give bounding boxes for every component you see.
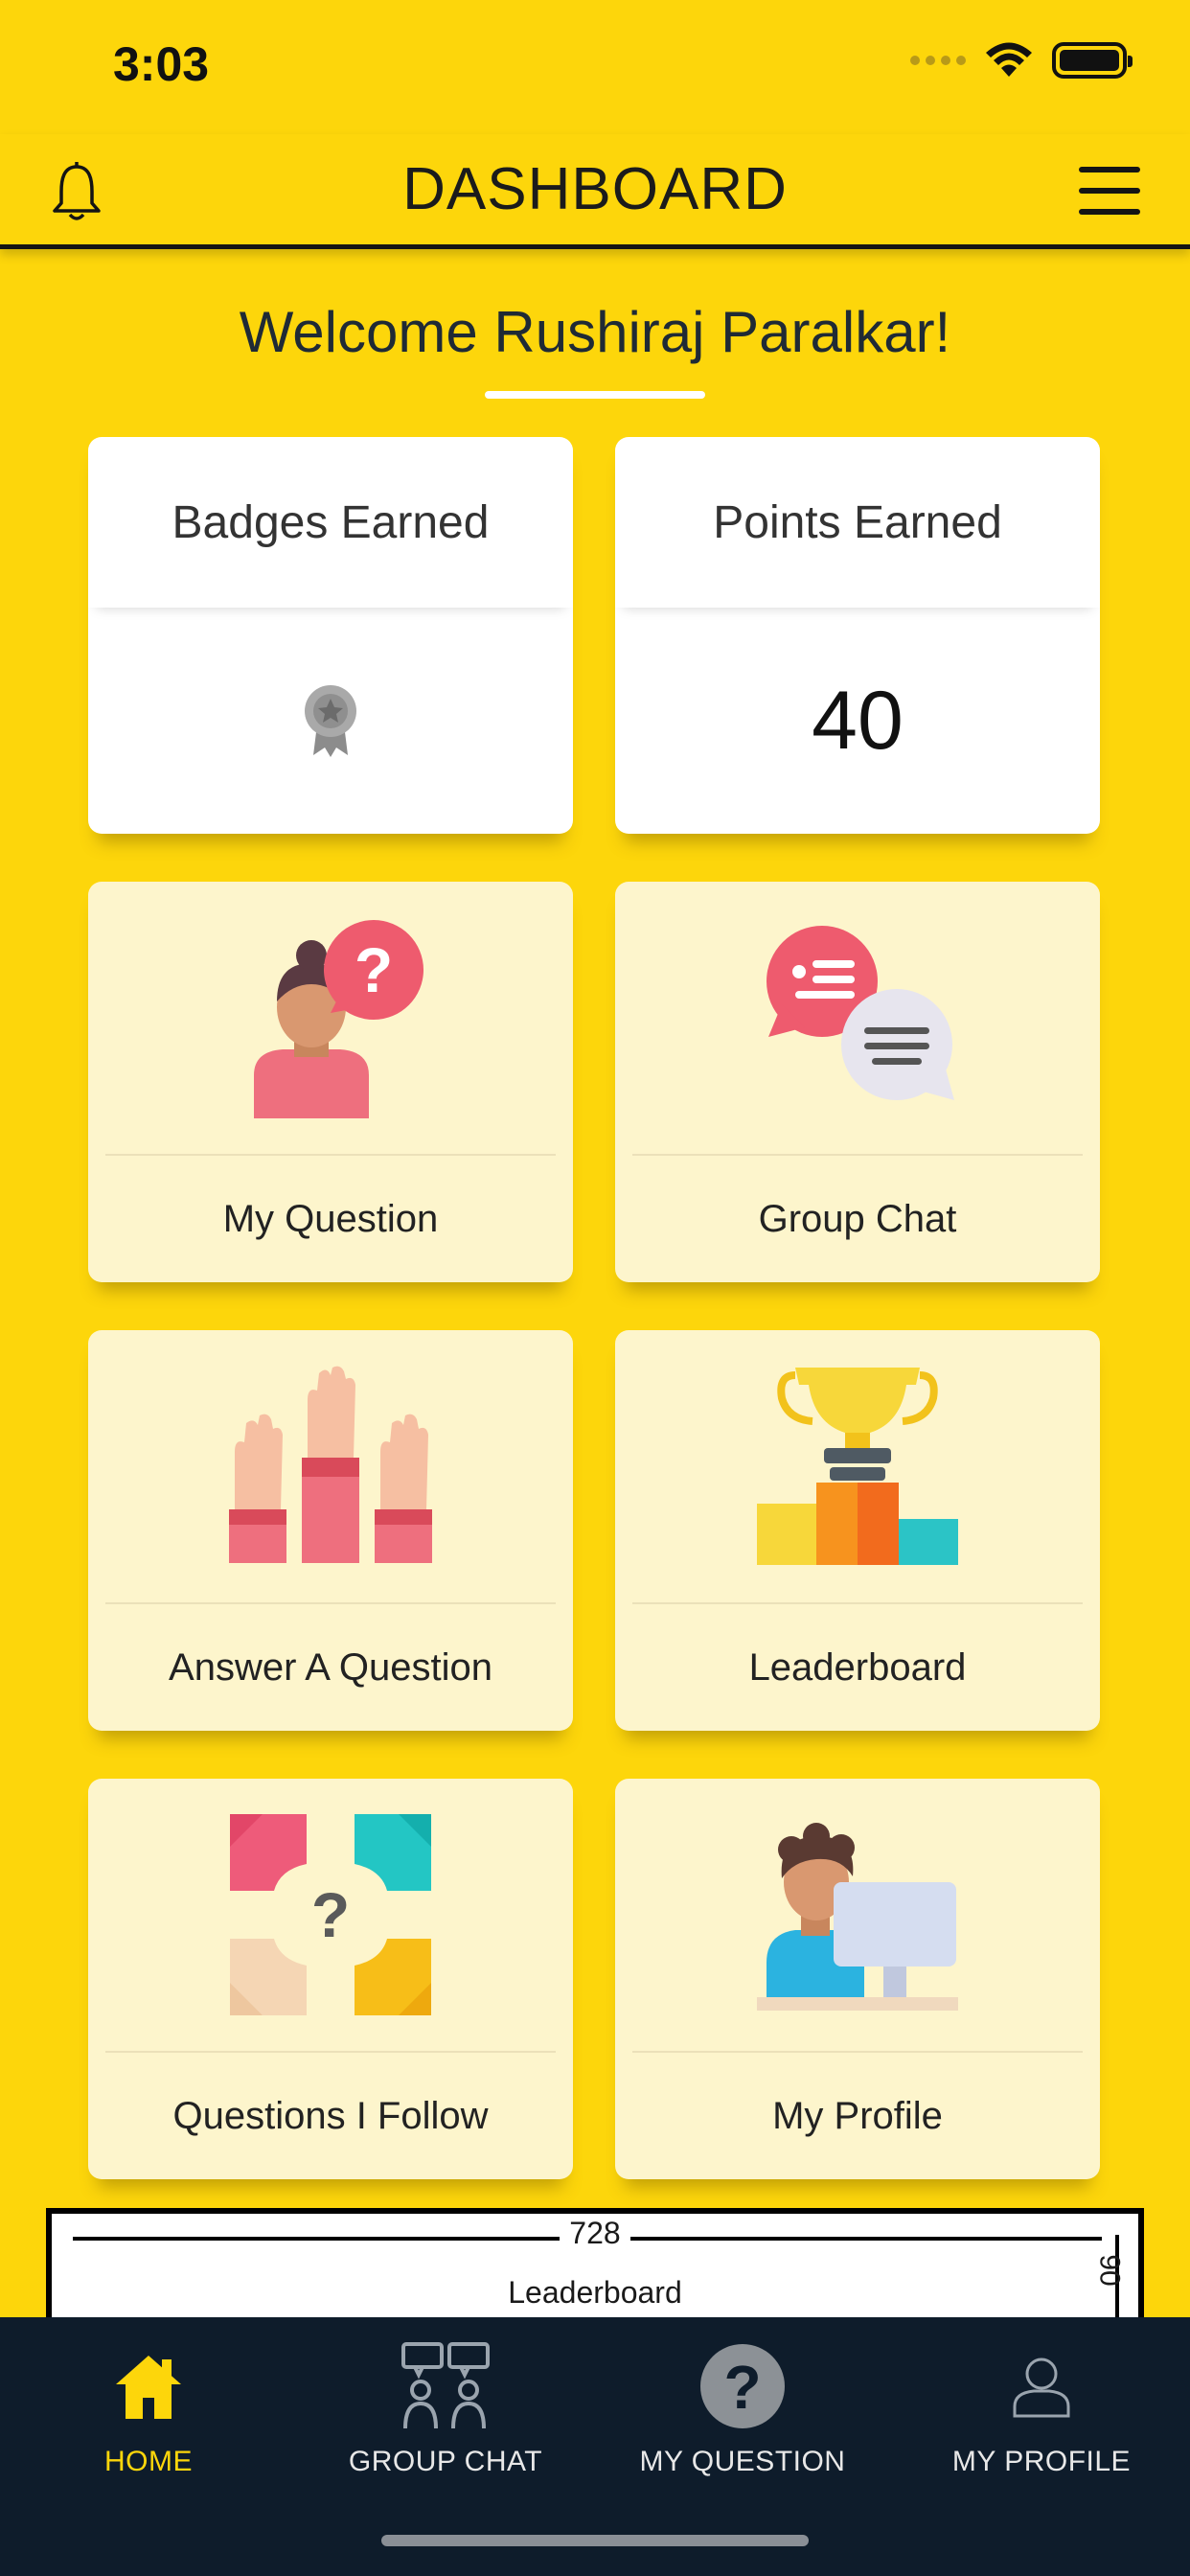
svg-text:?: ? xyxy=(311,1879,350,1950)
battery-icon xyxy=(1052,42,1133,79)
welcome-message: Welcome Rushiraj Paralkar! xyxy=(239,300,951,364)
my-question-tile[interactable]: ? My Question xyxy=(88,882,573,1282)
raised-hands-icon xyxy=(229,1366,432,1563)
badges-earned-title: Badges Earned xyxy=(88,437,573,608)
tile-label: My Question xyxy=(222,1197,439,1240)
home-indicator xyxy=(381,2535,809,2546)
wifi-icon xyxy=(986,42,1032,77)
tab-label: MY PROFILE xyxy=(951,2446,1132,2477)
tile-label: Leaderboard xyxy=(748,1645,967,1689)
chat-bubbles-icon xyxy=(767,926,954,1100)
answer-question-tile[interactable]: Answer A Question xyxy=(88,1330,573,1731)
points-earned-title: Points Earned xyxy=(615,437,1100,608)
points-earned-card[interactable]: Points Earned 40 xyxy=(615,437,1100,834)
svg-text:?: ? xyxy=(723,2353,761,2422)
page-title: DASHBOARD xyxy=(402,156,788,222)
ad-width-label: 728 xyxy=(52,2216,1138,2251)
profile-icon xyxy=(1013,2358,1070,2418)
person-question-icon: ? xyxy=(254,920,423,1118)
group-chat-tile[interactable]: Group Chat xyxy=(615,882,1100,1282)
tile-label: Answer A Question xyxy=(169,1645,492,1689)
points-value: 40 xyxy=(812,674,904,767)
badge-display xyxy=(88,608,573,834)
questions-i-follow-tile[interactable]: ? Questions I Follow xyxy=(88,1779,573,2179)
badge-icon xyxy=(305,685,356,757)
menu-icon[interactable] xyxy=(1079,167,1140,215)
person-computer-icon xyxy=(757,1823,958,2011)
trophy-podium-icon xyxy=(757,1368,958,1565)
tab-my-profile[interactable]: MY PROFILE xyxy=(893,2333,1190,2496)
group-chat-icon xyxy=(401,2342,490,2429)
my-profile-tile[interactable]: My Profile xyxy=(615,1779,1100,2179)
tile-label: Group Chat xyxy=(758,1197,957,1240)
tab-group-chat[interactable]: GROUP CHAT xyxy=(297,2333,594,2496)
ad-text: Leaderboard xyxy=(508,2275,682,2310)
signal-icon xyxy=(910,56,966,65)
tab-my-question[interactable]: ? MY QUESTION xyxy=(594,2333,891,2496)
tab-label: MY QUESTION xyxy=(639,2446,846,2477)
question-icon: ? xyxy=(700,2344,785,2428)
tab-label: GROUP CHAT xyxy=(348,2446,543,2477)
status-time: 3:03 xyxy=(113,37,210,91)
tab-label: HOME xyxy=(104,2446,193,2477)
svg-text:?: ? xyxy=(355,934,393,1005)
status-bar: 3:03 xyxy=(0,0,1190,134)
leaderboard-tile[interactable]: Leaderboard xyxy=(615,1330,1100,1731)
badges-earned-card[interactable]: Badges Earned xyxy=(88,437,573,834)
tab-home[interactable]: HOME xyxy=(0,2333,297,2496)
home-icon xyxy=(116,2356,181,2419)
status-icons xyxy=(910,42,1133,79)
welcome-underline xyxy=(485,391,705,399)
ad-height-label: 90 xyxy=(1093,2254,1126,2287)
follow-question-icon: ? xyxy=(230,1814,431,2015)
app-header: DASHBOARD xyxy=(0,134,1190,249)
tile-label: My Profile xyxy=(772,2094,943,2137)
tile-label: Questions I Follow xyxy=(172,2094,489,2137)
